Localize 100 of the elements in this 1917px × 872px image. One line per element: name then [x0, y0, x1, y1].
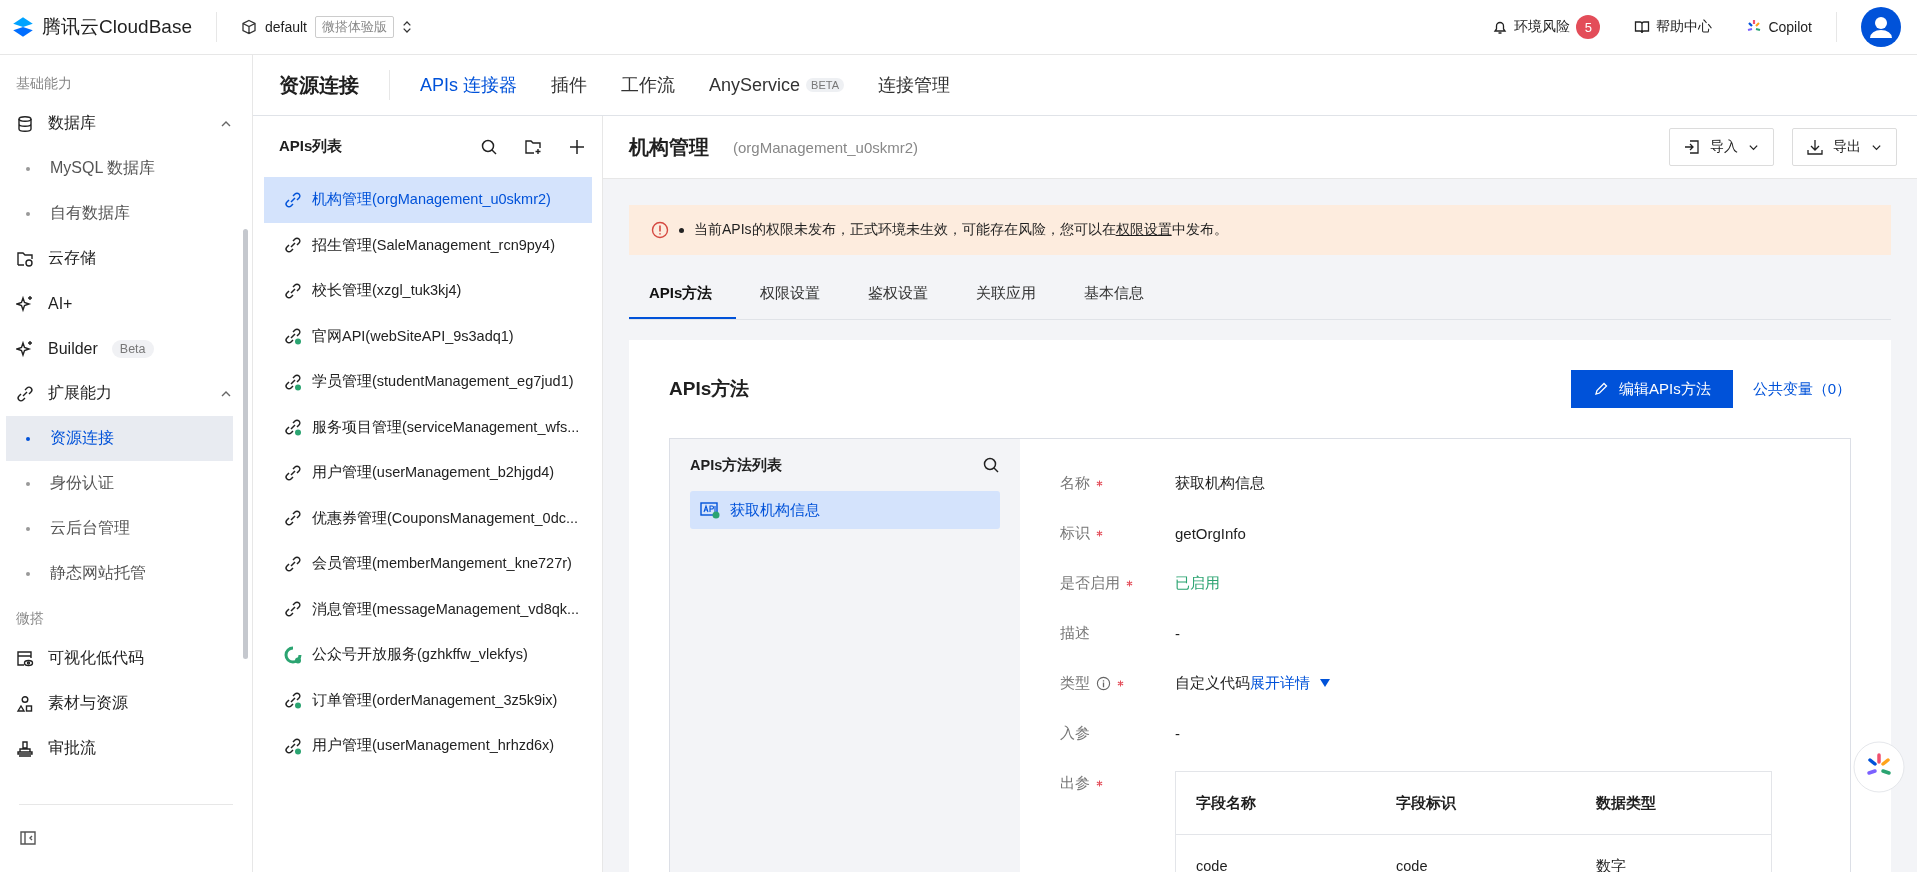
cube-icon [240, 19, 257, 35]
api-list-item[interactable]: 订单管理(orderManagement_3z5k9ix) [264, 677, 592, 723]
search-icon[interactable] [480, 137, 498, 156]
triangle-down-icon[interactable] [1320, 679, 1330, 687]
card-title: APIs方法 [669, 377, 750, 401]
edit-button[interactable]: 编辑APIs方法 [1570, 370, 1733, 408]
api-list-item[interactable]: 学员管理(studentManagement_eg7jud1) [264, 359, 592, 405]
section-label: 微搭 [15, 610, 45, 628]
risk-link[interactable]: 环境风险 [1514, 18, 1571, 36]
api-list-item[interactable]: 用户管理(userManagement_hrhzd6x) [264, 723, 592, 769]
sidebar-item[interactable]: 可视化低代码 [48, 648, 144, 669]
variables-link[interactable]: 公共变量（0） [1752, 379, 1851, 399]
api-list-item[interactable]: 机构管理(orgManagement_u0skmr2) [264, 177, 592, 223]
field-label: 标识 [1060, 523, 1090, 543]
nav-tab[interactable]: 工作流 [621, 73, 675, 97]
count-badge: 5 [1576, 15, 1601, 39]
field-label: 描述 [1060, 623, 1090, 643]
api-list-item[interactable]: 用户管理(userManagement_b2hjgd4) [264, 450, 592, 496]
api-list-item[interactable]: 公众号开放服务(gzhkffw_vlekfys) [264, 632, 592, 678]
field-value: 获取机构信息 [1175, 473, 1265, 493]
sidebar-item[interactable]: 云存储 [48, 248, 96, 269]
field-value: - [1175, 724, 1180, 742]
method-item[interactable]: 获取机构信息 [690, 491, 1000, 529]
link-icon [16, 384, 34, 403]
api-icon [700, 501, 720, 519]
brand-name: 腾讯云CloudBase [42, 15, 192, 39]
info-icon[interactable] [1096, 675, 1111, 691]
search-icon[interactable] [982, 456, 1000, 474]
sidebar-item[interactable]: 扩展能力 [48, 383, 112, 404]
help-link[interactable]: 帮助中心 [1656, 18, 1713, 36]
api-list-item[interactable]: 招生管理(SaleManagement_rcn9py4) [264, 222, 592, 268]
detail-tab[interactable]: 关联应用 [952, 269, 1061, 319]
link-icon [284, 463, 302, 482]
recycle-icon [284, 645, 302, 664]
add-icon[interactable] [568, 137, 586, 156]
warning-icon [651, 221, 669, 239]
sidebar-item[interactable]: 资源连接 [6, 416, 233, 461]
collapse-icon[interactable] [19, 829, 37, 847]
sidebar-item[interactable]: 数据库 [48, 113, 96, 134]
avatar-icon[interactable] [1861, 7, 1901, 47]
nav-tab[interactable]: 连接管理 [878, 73, 950, 97]
switch-icon[interactable] [402, 20, 412, 34]
api-list-item[interactable]: 官网API(webSiteAPI_9s3adq1) [264, 313, 592, 359]
method-list-title: APIs方法列表 [690, 455, 783, 475]
link-check-icon [284, 691, 302, 710]
table-cell-text: 数字 [1596, 856, 1627, 872]
field-label: 是否启用 [1060, 573, 1120, 593]
field-label: 名称 [1060, 473, 1090, 493]
nav-tab[interactable]: APIs 连接器 [420, 73, 517, 97]
sidebar-item[interactable]: Builder [48, 339, 98, 358]
nav-tab[interactable]: 插件 [551, 73, 587, 97]
shapes-icon [16, 694, 34, 713]
beta-tag: Beta [111, 339, 154, 358]
add-folder-icon[interactable] [524, 137, 542, 156]
api-list-item[interactable]: 优惠券管理(CouponsManagement_0dc... [264, 495, 592, 541]
sidebar-item[interactable]: 静态网站托管 [6, 551, 233, 596]
sidebar-item[interactable]: 审批流 [48, 738, 96, 759]
field-label: 入参 [1060, 723, 1090, 743]
sidebar-item[interactable]: 自有数据库 [6, 191, 233, 236]
import-icon [1684, 139, 1700, 155]
sidebar-item[interactable]: 身份认证 [6, 461, 233, 506]
sidebar-item[interactable]: MySQL 数据库 [6, 146, 233, 191]
api-list-item[interactable]: 校长管理(xzgl_tuk3kj4) [264, 268, 592, 314]
page-title: 资源连接 [279, 72, 359, 98]
api-list-item[interactable]: 会员管理(memberMangement_kne727r) [264, 541, 592, 587]
scrollbar[interactable] [243, 229, 248, 659]
book-icon[interactable] [1634, 19, 1651, 35]
nav-tab[interactable]: AnyService BETA [709, 74, 844, 96]
api-list-item[interactable]: 服务项目管理(serviceManagement_wfs... [264, 404, 592, 450]
table-cell-text: code [1196, 858, 1229, 872]
link-icon [284, 190, 302, 209]
export-button[interactable]: 导出 [1792, 128, 1897, 166]
sidebar-item[interactable]: AI+ [48, 294, 73, 313]
sparkle-icon [16, 294, 34, 313]
environment-name[interactable]: default [264, 19, 307, 35]
copilot-link[interactable]: Copilot [1768, 19, 1812, 35]
expand-link[interactable]: 展开详情 [1250, 673, 1310, 693]
link-icon [284, 509, 302, 528]
detail-tab[interactable]: 基本信息 [1060, 269, 1169, 319]
import-button[interactable]: 导入 [1669, 128, 1774, 166]
detail-tab[interactable]: 权限设置 [736, 269, 845, 319]
sidebar-item[interactable]: 云后台管理 [6, 506, 233, 551]
sidebar-item[interactable]: 素材与资源 [48, 693, 128, 714]
field-value: - [1175, 624, 1180, 642]
link-icon [284, 554, 302, 573]
column-header: 数据类型 [1596, 793, 1657, 813]
bell-icon[interactable] [1492, 19, 1509, 35]
list-title: APIs列表 [279, 137, 343, 156]
link-icon [284, 236, 302, 255]
field-label: 类型 [1060, 673, 1090, 693]
link-check-icon [284, 736, 302, 755]
link-icon [284, 281, 302, 300]
pencil-icon [1592, 381, 1609, 397]
detail-tab[interactable]: APIs方法 [629, 269, 737, 319]
assistant-icon[interactable] [1853, 741, 1905, 793]
api-list-item[interactable]: 消息管理(messageManagement_vd8qk... [264, 586, 592, 632]
detail-tab[interactable]: 鉴权设置 [844, 269, 953, 319]
column-header: 字段名称 [1196, 793, 1257, 813]
table-cell-text: code [1396, 858, 1429, 872]
sparkle-icon [16, 339, 34, 358]
